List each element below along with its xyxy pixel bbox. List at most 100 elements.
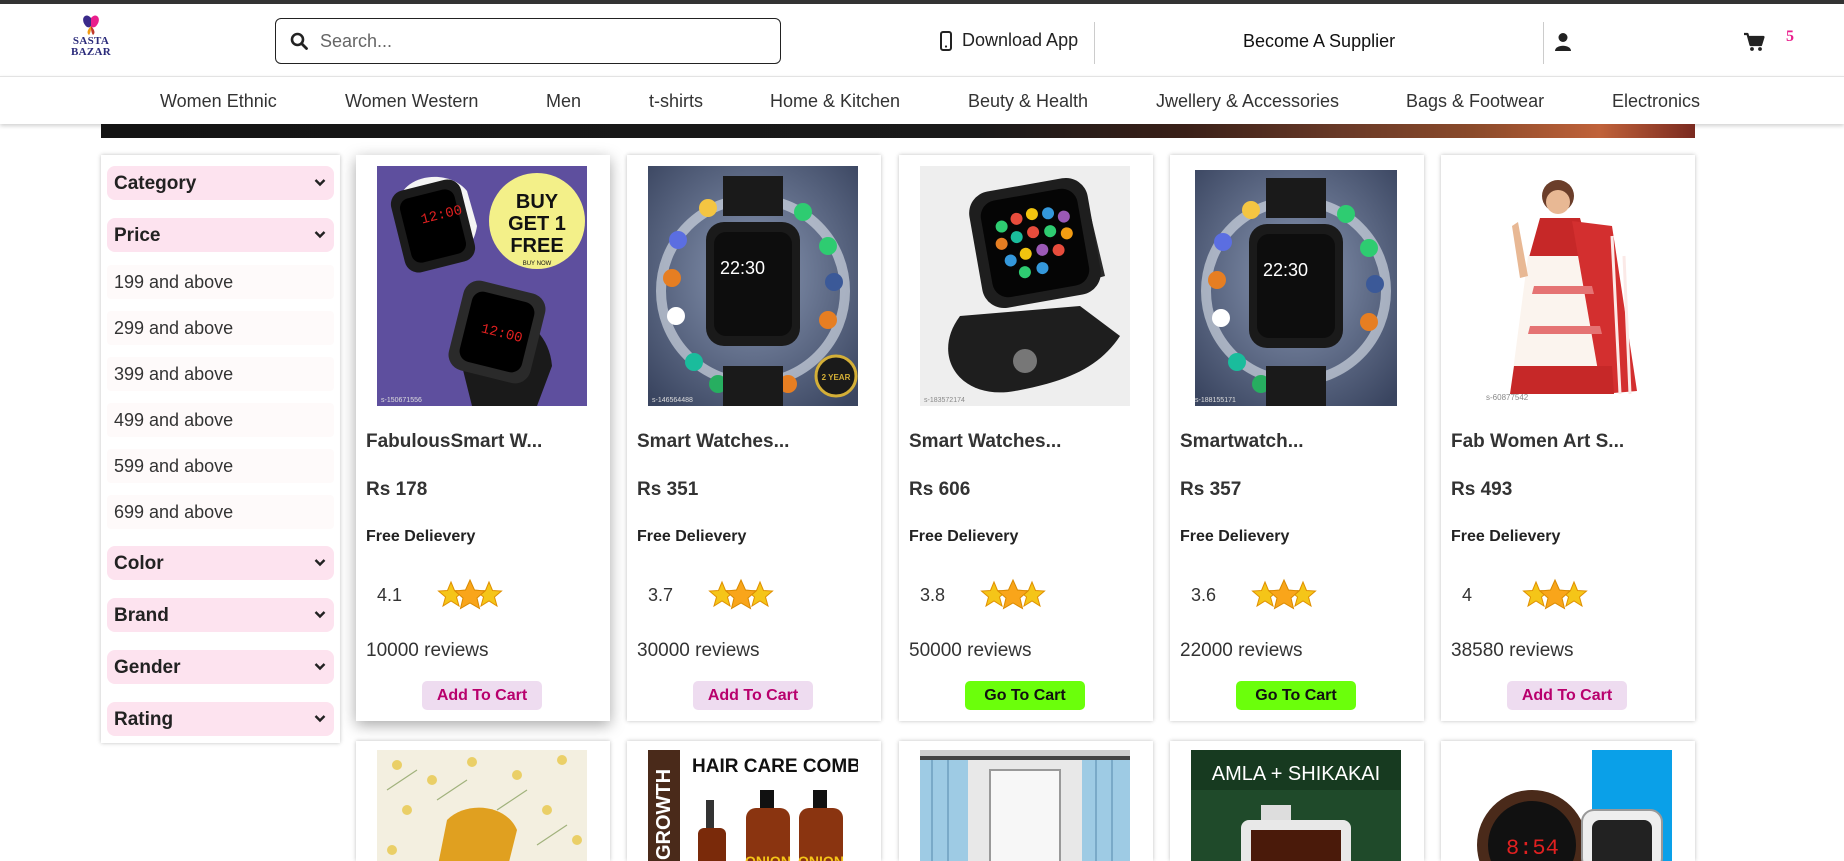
- review-count: 50000 reviews: [909, 640, 1032, 661]
- divider: [1543, 22, 1544, 64]
- chevron-down-icon: [314, 231, 326, 239]
- nav-jewellery-accessories[interactable]: Jwellery & Accessories: [1156, 91, 1339, 112]
- price-option-label: 399 and above: [114, 364, 234, 384]
- badge-text: GET 1: [508, 213, 566, 235]
- star-rating-icon: [980, 578, 1046, 610]
- nav-women-ethnic[interactable]: Women Ethnic: [160, 91, 277, 112]
- add-to-cart-button[interactable]: Add To Cart: [422, 681, 542, 710]
- badge-text: BUY NOW: [523, 261, 552, 267]
- product-image[interactable]: AMLA + SHIKAKAI: [1191, 750, 1401, 861]
- image-text: GROWTH: [653, 769, 675, 860]
- image-text: ONION: [798, 853, 844, 861]
- product-card[interactable]: BUY GET 1 FREE BUY NOW 12:00 12:00 s-150…: [356, 155, 610, 721]
- product-name[interactable]: Smart Watches...: [637, 431, 789, 453]
- star-rating-icon: [1522, 578, 1588, 610]
- product-name[interactable]: FabulousSmart W...: [366, 431, 542, 453]
- delivery-info: Free Delievery: [366, 528, 476, 545]
- product-image[interactable]: s-183572174: [920, 166, 1130, 406]
- divider: [1094, 22, 1095, 64]
- product-image[interactable]: GROWTH HAIR CARE COMBO ONION ONION: [648, 750, 858, 861]
- review-count: 10000 reviews: [366, 640, 489, 661]
- delivery-info: Free Delievery: [1180, 528, 1290, 545]
- filter-category[interactable]: Category: [107, 166, 334, 200]
- product-name[interactable]: Fab Women Art S...: [1451, 431, 1624, 453]
- logo-line-2: BAZAR: [70, 46, 111, 58]
- filter-rating[interactable]: Rating: [107, 702, 334, 736]
- product-image[interactable]: [377, 750, 587, 861]
- add-to-cart-button[interactable]: Add To Cart: [1507, 681, 1627, 710]
- search-icon[interactable]: [290, 32, 308, 50]
- star-rating-icon: [1251, 578, 1317, 610]
- product-card[interactable]: s-183572174 Smart Watches... Rs 606 Free…: [899, 155, 1153, 721]
- price-option[interactable]: 299 and above: [107, 311, 334, 345]
- chevron-down-icon: [314, 663, 326, 671]
- product-card[interactable]: s-60877542 Fab Women Art S... Rs 493 Fre…: [1441, 155, 1695, 721]
- product-card[interactable]: 22:30 s-188155171 Smartwatch... Rs 357 F…: [1170, 155, 1424, 721]
- go-to-cart-button[interactable]: Go To Cart: [965, 681, 1085, 710]
- filter-color[interactable]: Color: [107, 546, 334, 580]
- nav-bags-footwear[interactable]: Bags & Footwear: [1406, 91, 1544, 112]
- product-image[interactable]: BUY GET 1 FREE BUY NOW 12:00 12:00 s-150…: [377, 166, 587, 406]
- product-price: Rs 493: [1451, 479, 1513, 500]
- product-card[interactable]: [356, 741, 610, 861]
- nav-men[interactable]: Men: [546, 91, 581, 112]
- watch-time: 22:30: [720, 258, 765, 278]
- product-card[interactable]: GROWTH HAIR CARE COMBO ONION ONION: [627, 741, 881, 861]
- product-card[interactable]: [899, 741, 1153, 861]
- filter-brand[interactable]: Brand: [107, 598, 334, 632]
- banner-strip: [101, 124, 1695, 138]
- filter-price[interactable]: Price: [107, 218, 334, 252]
- become-supplier-link[interactable]: Become A Supplier: [1243, 31, 1395, 52]
- product-price: Rs 178: [366, 479, 428, 500]
- product-price: Rs 357: [1180, 479, 1242, 500]
- product-card[interactable]: 22:30 2 YEAR s-146564488 Smart Watches..…: [627, 155, 881, 721]
- product-card[interactable]: AMLA + SHIKAKAI: [1170, 741, 1424, 861]
- product-price: Rs 351: [637, 479, 699, 500]
- price-option[interactable]: 199 and above: [107, 265, 334, 299]
- logo[interactable]: SASTA BAZAR: [66, 14, 116, 66]
- filter-color-label: Color: [114, 553, 164, 574]
- price-option[interactable]: 599 and above: [107, 449, 334, 483]
- image-code: s-146564488: [652, 397, 693, 404]
- product-card[interactable]: 8:54: [1441, 741, 1695, 861]
- product-image[interactable]: 22:30 2 YEAR s-146564488: [648, 166, 858, 406]
- cart-icon[interactable]: [1743, 32, 1765, 57]
- delivery-info: Free Delievery: [909, 528, 1019, 545]
- product-image[interactable]: 8:54: [1462, 750, 1672, 861]
- nav-t-shirts[interactable]: t-shirts: [649, 91, 703, 112]
- image-code: s-183572174: [924, 397, 965, 404]
- nav-electronics[interactable]: Electronics: [1612, 91, 1700, 112]
- nav-home-kitchen[interactable]: Home & Kitchen: [770, 91, 900, 112]
- price-option[interactable]: 499 and above: [107, 403, 334, 437]
- product-name[interactable]: Smart Watches...: [909, 431, 1061, 453]
- star-rating-icon: [437, 578, 503, 610]
- image-text: AMLA + SHIKAKAI: [1212, 763, 1380, 785]
- price-option-label: 499 and above: [114, 410, 234, 430]
- warranty-badge: 2 YEAR: [822, 373, 851, 382]
- filter-gender[interactable]: Gender: [107, 650, 334, 684]
- image-code: s-188155171: [1195, 397, 1236, 404]
- product-name[interactable]: Smartwatch...: [1180, 431, 1304, 453]
- price-option-label: 199 and above: [114, 272, 234, 292]
- add-to-cart-button[interactable]: Add To Cart: [693, 681, 813, 710]
- user-icon[interactable]: [1554, 32, 1572, 57]
- nav-women-western[interactable]: Women Western: [345, 91, 478, 112]
- product-image[interactable]: s-60877542: [1462, 166, 1672, 406]
- product-price: Rs 606: [909, 479, 971, 500]
- download-app-link[interactable]: Download App: [940, 30, 1078, 51]
- review-count: 30000 reviews: [637, 640, 760, 661]
- price-option-label: 599 and above: [114, 456, 234, 476]
- product-image[interactable]: [920, 750, 1130, 861]
- search-input[interactable]: [320, 27, 760, 55]
- price-option[interactable]: 399 and above: [107, 357, 334, 391]
- filter-category-label: Category: [114, 173, 197, 194]
- watch-time: 8:54: [1506, 836, 1559, 861]
- image-text: ONION: [745, 853, 791, 861]
- price-option[interactable]: 699 and above: [107, 495, 334, 529]
- category-nav: Women Ethnic Women Western Men t-shirts …: [0, 76, 1844, 124]
- product-image[interactable]: 22:30 s-188155171: [1191, 166, 1401, 406]
- nav-beauty-health[interactable]: Beuty & Health: [968, 91, 1088, 112]
- chevron-down-icon: [314, 715, 326, 723]
- go-to-cart-button[interactable]: Go To Cart: [1236, 681, 1356, 710]
- cart-count-badge: 5: [1786, 28, 1794, 45]
